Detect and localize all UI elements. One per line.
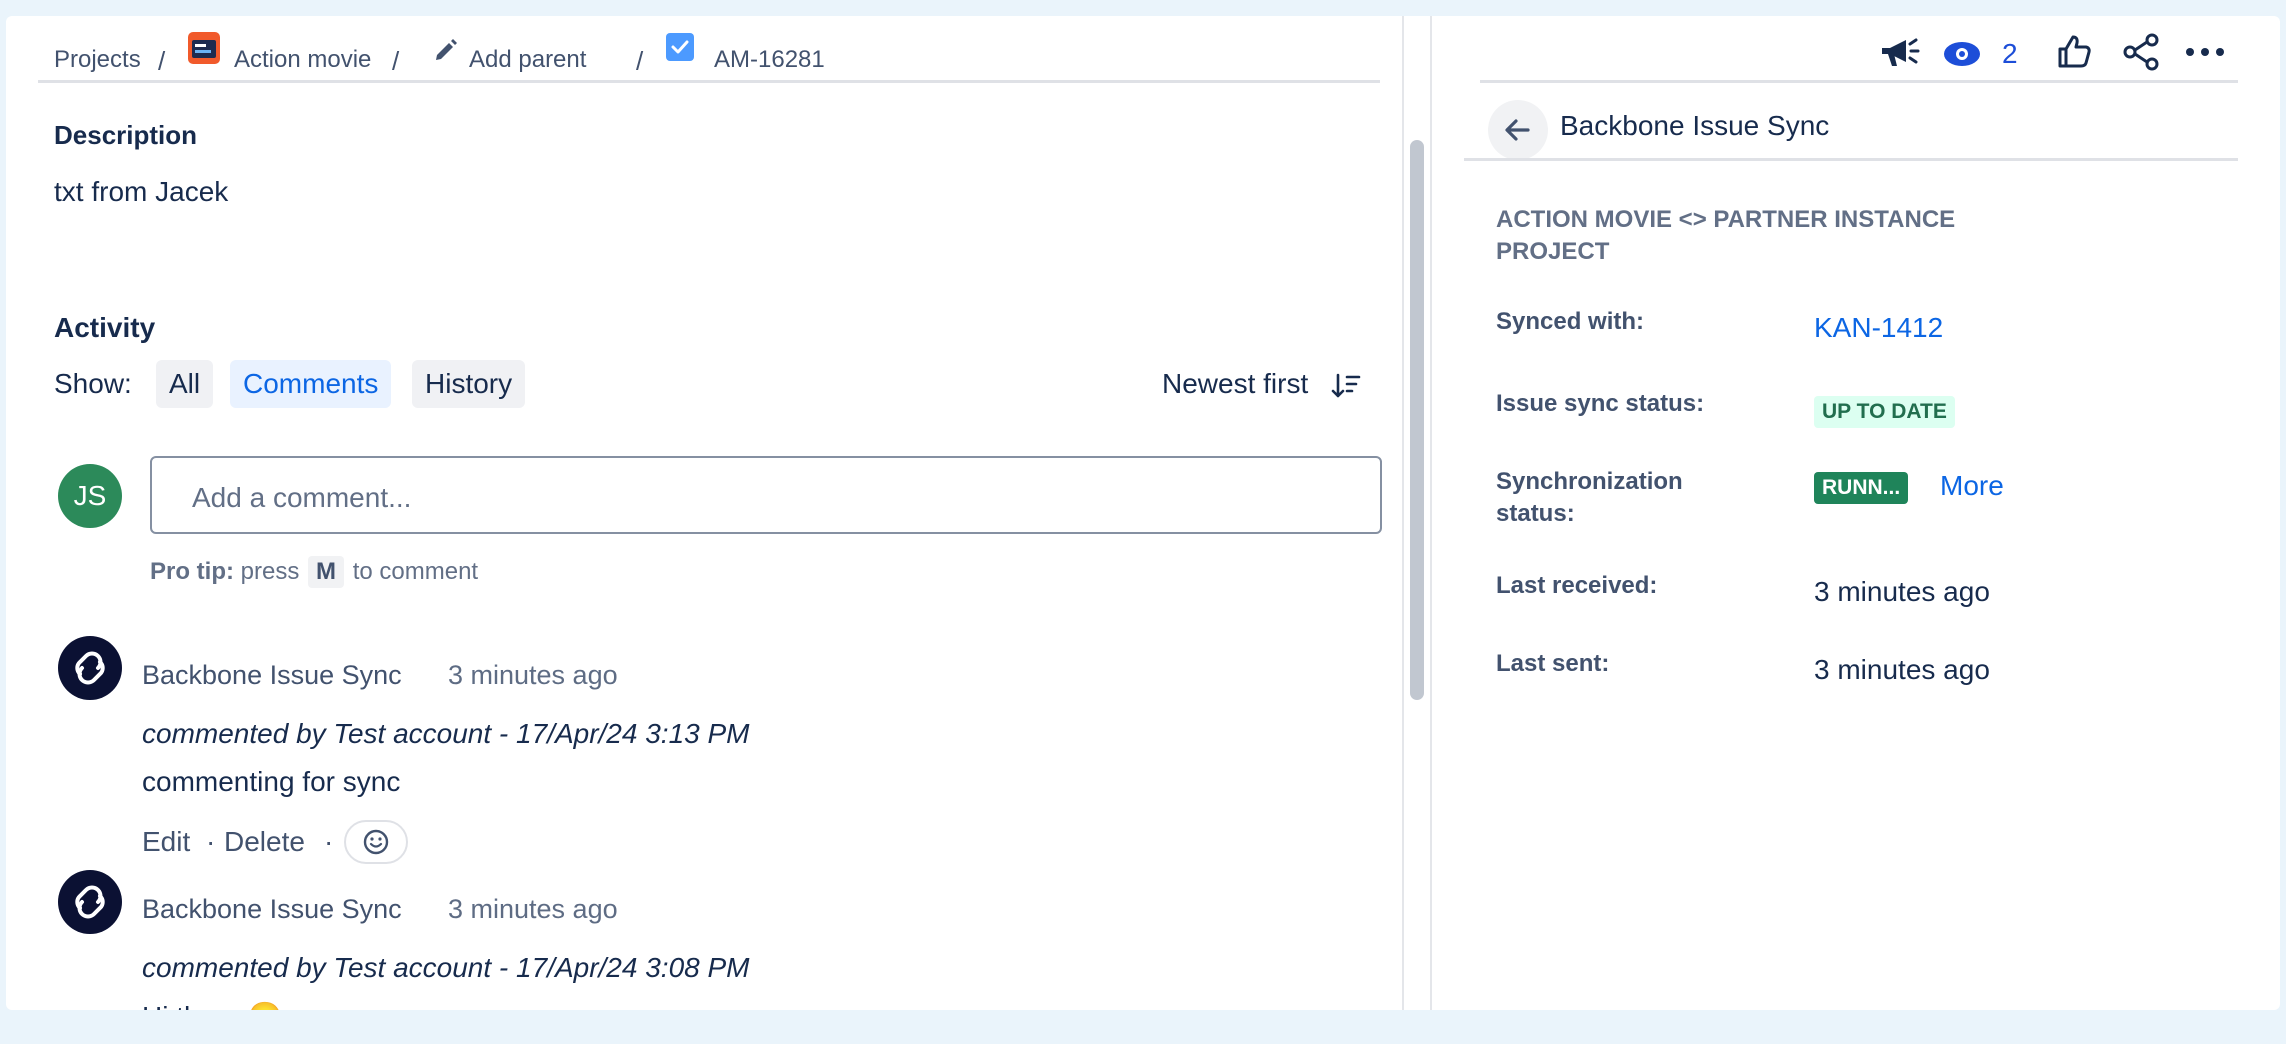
arrow-left-icon <box>1505 119 1530 141</box>
sort-icon <box>1331 372 1361 400</box>
avatar-initials: JS <box>73 480 107 511</box>
filter-comments-button[interactable]: Comments <box>230 360 392 408</box>
sort-order-button[interactable]: Newest first <box>1162 368 1308 400</box>
project-icon <box>188 32 220 64</box>
pencil-icon <box>433 36 459 62</box>
last-sent-label: Last sent: <box>1496 650 1610 677</box>
comment-timestamp[interactable]: 3 minutes ago <box>448 660 618 691</box>
comment-meta: commented by Test account - 17/Apr/24 3:… <box>142 952 750 983</box>
feedback-megaphone-icon[interactable] <box>1876 30 1920 74</box>
sync-avatar <box>58 870 122 934</box>
comment-body: commenting for sync <box>142 766 401 797</box>
last-received-label: Last received: <box>1496 572 1658 599</box>
comment-meta: commented by Test account - 17/Apr/24 3:… <box>142 718 750 749</box>
emoji-icon <box>363 829 389 855</box>
filter-history-button[interactable]: History <box>412 360 526 408</box>
dot-separator: · <box>324 826 334 857</box>
sync-link-icon <box>75 651 105 685</box>
up-to-date-badge: UP TO DATE <box>1814 396 1955 428</box>
activity-heading: Activity <box>54 312 156 343</box>
last-received-value: 3 minutes ago <box>1814 576 1990 607</box>
breadcrumb-project[interactable]: Action movie <box>234 46 371 74</box>
task-checkbox-icon <box>666 33 694 61</box>
issue-key-link[interactable]: AM-16281 <box>714 46 825 74</box>
share-icon[interactable] <box>2121 32 2161 72</box>
watch-button[interactable]: 2 <box>1942 34 2032 74</box>
breadcrumb-projects[interactable]: Projects <box>54 46 141 74</box>
eye-icon <box>1944 42 1980 66</box>
description-heading: Description <box>54 120 198 150</box>
app-frame: Projects / Action movie / Add parent / A… <box>6 16 2280 1010</box>
more-link[interactable]: More <box>1940 470 2004 502</box>
comment-author[interactable]: Backbone Issue Sync <box>142 894 402 925</box>
pro-tip-rest: to comment <box>352 558 479 585</box>
comment-input[interactable]: Add a comment... <box>150 456 1382 534</box>
issue-sync-status-label: Issue sync status: <box>1496 390 1705 417</box>
comment-placeholder: Add a comment... <box>192 482 412 513</box>
breadcrumb-divider <box>38 80 1380 83</box>
back-button[interactable] <box>1488 100 1548 160</box>
section-heading: ACTION MOVIE <> PARTNER INSTANCE PROJECT <box>1496 206 1956 265</box>
edit-comment-button[interactable]: Edit <box>142 826 190 858</box>
sync-status-label: Synchronization status: <box>1496 468 1683 527</box>
show-label: Show: <box>54 368 132 399</box>
user-avatar[interactable]: JS <box>58 464 122 528</box>
toolbar-divider <box>1480 80 2238 83</box>
last-sent-value: 3 minutes ago <box>1814 654 1990 685</box>
breadcrumb-separator: / <box>392 46 400 76</box>
more-actions-icon[interactable] <box>2184 44 2226 60</box>
sync-avatar <box>58 636 122 700</box>
breadcrumb-separator: / <box>636 46 644 76</box>
scrollbar-thumb[interactable] <box>1410 140 1424 700</box>
comment-body: Hi there 🙂 <box>142 1000 283 1010</box>
comment-timestamp[interactable]: 3 minutes ago <box>448 894 618 925</box>
pro-tip-press: press <box>240 558 300 585</box>
filter-all-button[interactable]: All <box>156 360 214 408</box>
synced-with-label: Synced with: <box>1496 308 1645 335</box>
comment-author[interactable]: Backbone Issue Sync <box>142 660 402 691</box>
like-thumbs-up-icon[interactable] <box>2054 32 2094 72</box>
pro-tip-bold: Pro tip: <box>150 558 234 585</box>
breadcrumb-separator: / <box>158 46 166 76</box>
delete-comment-button[interactable]: Delete <box>224 826 305 858</box>
scrollbar-track <box>1402 16 1404 1010</box>
panel-title: Backbone Issue Sync <box>1560 110 1830 141</box>
sync-link-icon <box>75 885 105 919</box>
add-reaction-button[interactable] <box>344 820 408 864</box>
add-parent-button[interactable]: Add parent <box>469 46 586 74</box>
dot-separator: · <box>206 826 216 857</box>
running-status-badge: RUNN... <box>1814 472 1909 504</box>
panel-header-divider <box>1464 158 2238 161</box>
panel-divider <box>1430 16 1432 1010</box>
description-text[interactable]: txt from Jacek <box>54 176 228 208</box>
keyboard-key: M <box>308 556 345 588</box>
synced-issue-link[interactable]: KAN-1412 <box>1814 312 1943 344</box>
pro-tip: Pro tip: press M to comment <box>150 556 478 588</box>
sort-order-label: Newest first <box>1162 368 1309 399</box>
watch-count: 2 <box>2002 38 2018 69</box>
